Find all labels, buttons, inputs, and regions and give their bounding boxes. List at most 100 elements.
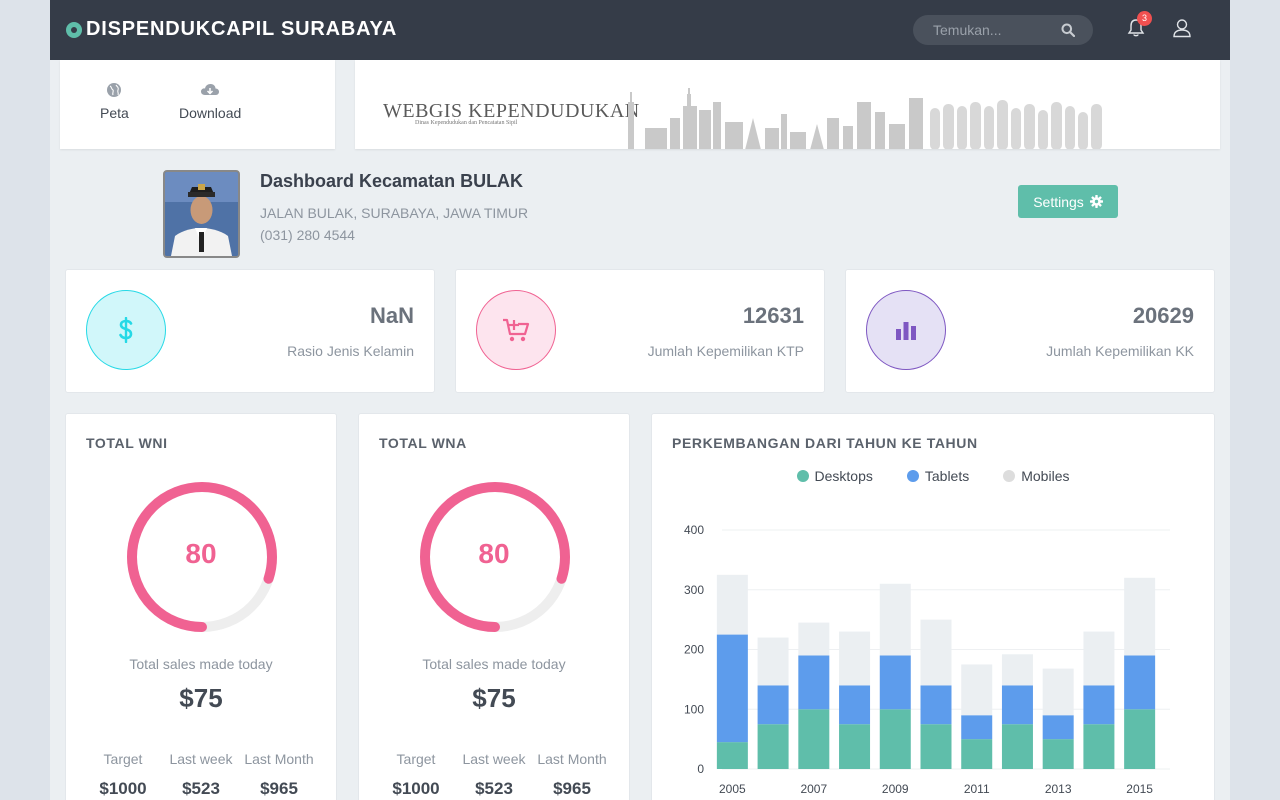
webgis-banner: WEBGIS KEPENDUDUKAN Dinas Kependudukan d… bbox=[355, 60, 1220, 149]
summary-label: Last Month bbox=[244, 751, 314, 767]
bar-desktops-2006[interactable] bbox=[757, 724, 789, 769]
gauge-amount: $75 bbox=[179, 683, 223, 713]
stat-card-rasio: NaN Rasio Jenis Kelamin bbox=[65, 269, 435, 393]
summary-last-month: Last Month $965 bbox=[533, 751, 611, 799]
bar-tablets-2014[interactable] bbox=[1083, 685, 1115, 725]
profile-phone: (031) 280 4544 bbox=[260, 227, 355, 243]
bar-mobiles-2005[interactable] bbox=[716, 574, 748, 635]
bar-desktops-2010[interactable] bbox=[920, 724, 952, 769]
summary-label: Target bbox=[103, 751, 143, 767]
stat-icon-circle bbox=[476, 290, 556, 370]
brand[interactable]: DISPENDUKCAPIL SURABAYA bbox=[66, 18, 397, 41]
summary-value: $965 bbox=[553, 779, 591, 798]
profile-address: JALAN BULAK, SURABAYA, JAWA TIMUR bbox=[260, 205, 529, 221]
bar-tablets-2008[interactable] bbox=[839, 685, 871, 725]
top-navbar: DISPENDUKCAPIL SURABAYA 3 bbox=[50, 0, 1230, 60]
gauge-summary: Target $1000 Last week $523 Last Month $… bbox=[84, 751, 318, 799]
stat-icon-circle bbox=[86, 290, 166, 370]
bar-tablets-2010[interactable] bbox=[920, 685, 952, 725]
x-tick-label: 2005 bbox=[719, 782, 746, 796]
gauge-card-wni: TOTAL WNI 80 Total sales made today $75 … bbox=[65, 413, 337, 800]
bar-desktops-2015[interactable] bbox=[1124, 709, 1156, 769]
bar-tablets-2015[interactable] bbox=[1124, 655, 1156, 710]
bar-desktops-2013[interactable] bbox=[1042, 739, 1074, 769]
y-tick-label: 200 bbox=[684, 643, 704, 657]
nav-label-download: Download bbox=[179, 105, 242, 121]
nav-label-peta: Peta bbox=[100, 105, 129, 121]
x-tick-label: 2015 bbox=[1126, 782, 1153, 796]
page-title: Dashboard Kecamatan BULAK bbox=[260, 171, 524, 191]
user-icon[interactable] bbox=[1172, 18, 1192, 38]
summary-target: Target $1000 bbox=[377, 751, 455, 799]
summary-label: Target bbox=[396, 751, 436, 767]
bar-mobiles-2010[interactable] bbox=[920, 619, 952, 686]
chart-card: PERKEMBANGAN DARI TAHUN KE TAHUN Desktop… bbox=[651, 413, 1215, 800]
dashboard-frame: DISPENDUKCAPIL SURABAYA 3 Peta bbox=[50, 0, 1230, 800]
gauge-card-wna: TOTAL WNA 80 Total sales made today $75 … bbox=[358, 413, 630, 800]
summary-label: Last week bbox=[169, 751, 233, 767]
stacked-bar-chart: 0 100 200 300 400 2005 2007 2009 2011 2013 2015 bbox=[684, 523, 1170, 796]
bar-desktops-2014[interactable] bbox=[1083, 724, 1115, 769]
brand-title: DISPENDUKCAPIL SURABAYA bbox=[86, 18, 398, 40]
nav-item-peta[interactable]: Peta bbox=[100, 82, 129, 121]
y-tick-label: 300 bbox=[684, 583, 704, 597]
gauge-summary: Target $1000 Last week $523 Last Month $… bbox=[377, 751, 611, 799]
bar-mobiles-2012[interactable] bbox=[1001, 654, 1033, 686]
x-tick-label: 2013 bbox=[1045, 782, 1072, 796]
stat-value: NaN bbox=[369, 303, 414, 328]
bar-tablets-2007[interactable] bbox=[798, 655, 830, 710]
search-box bbox=[913, 15, 1093, 45]
gear-icon bbox=[1089, 195, 1103, 208]
bar-mobiles-2007[interactable] bbox=[798, 622, 830, 656]
stat-icon-circle bbox=[866, 290, 946, 370]
summary-value: $1000 bbox=[392, 779, 440, 798]
quick-nav-card: Peta Download bbox=[60, 60, 335, 149]
stat-value: 20629 bbox=[1132, 303, 1194, 328]
gauge-caption: Total sales made today bbox=[129, 656, 273, 672]
bar-desktops-2011[interactable] bbox=[961, 739, 993, 769]
stat-label: Rasio Jenis Kelamin bbox=[287, 343, 414, 359]
bar-tablets-2005[interactable] bbox=[716, 634, 748, 743]
summary-value: $1000 bbox=[99, 779, 147, 798]
summary-last-month: Last Month $965 bbox=[240, 751, 318, 799]
stat-card-kk: 20629 Jumlah Kepemilikan KK bbox=[845, 269, 1215, 393]
cart-plus-icon bbox=[503, 318, 530, 342]
banner-subtitle: Dinas Kependudukan dan Pencatatan Sipil bbox=[415, 120, 518, 126]
bar-tablets-2013[interactable] bbox=[1042, 715, 1074, 740]
notification-badge: 3 bbox=[1137, 11, 1152, 26]
bar-desktops-2009[interactable] bbox=[879, 709, 911, 769]
search-input[interactable] bbox=[913, 15, 1063, 45]
bar-tablets-2012[interactable] bbox=[1001, 685, 1033, 725]
bar-tablets-2006[interactable] bbox=[757, 685, 789, 725]
bar-mobiles-2009[interactable] bbox=[879, 583, 911, 656]
bar-mobiles-2006[interactable] bbox=[757, 637, 789, 686]
summary-last-week: Last week $523 bbox=[162, 751, 240, 799]
bar-desktops-2007[interactable] bbox=[798, 709, 830, 769]
summary-value: $523 bbox=[182, 779, 220, 798]
bar-tablets-2011[interactable] bbox=[961, 715, 993, 740]
summary-target: Target $1000 bbox=[84, 751, 162, 799]
city-skyline-image bbox=[628, 88, 1102, 149]
bar-desktops-2005[interactable] bbox=[716, 742, 748, 769]
bar-desktops-2012[interactable] bbox=[1001, 724, 1033, 769]
x-tick-label: 2009 bbox=[882, 782, 909, 796]
bar-mobiles-2013[interactable] bbox=[1042, 668, 1074, 716]
bar-mobiles-2008[interactable] bbox=[839, 631, 871, 686]
bar-mobiles-2011[interactable] bbox=[961, 664, 993, 716]
gauge-value: 80 bbox=[185, 538, 217, 569]
y-tick-label: 0 bbox=[697, 762, 704, 776]
card-title: TOTAL WNA bbox=[379, 435, 467, 451]
settings-button[interactable]: Settings bbox=[1018, 185, 1118, 218]
brand-logo-icon bbox=[66, 21, 82, 38]
y-tick-label: 100 bbox=[684, 702, 704, 716]
nav-item-download[interactable]: Download bbox=[179, 82, 241, 121]
bar-tablets-2009[interactable] bbox=[879, 655, 911, 710]
card-title: TOTAL WNI bbox=[86, 435, 168, 451]
settings-label: Settings bbox=[1033, 193, 1084, 210]
gauge-caption: Total sales made today bbox=[422, 656, 566, 672]
search-icon[interactable] bbox=[1061, 23, 1075, 37]
bar-mobiles-2014[interactable] bbox=[1083, 631, 1115, 686]
bar-desktops-2008[interactable] bbox=[839, 724, 871, 769]
cloud-download-icon bbox=[201, 84, 220, 95]
bar-mobiles-2015[interactable] bbox=[1124, 577, 1156, 656]
